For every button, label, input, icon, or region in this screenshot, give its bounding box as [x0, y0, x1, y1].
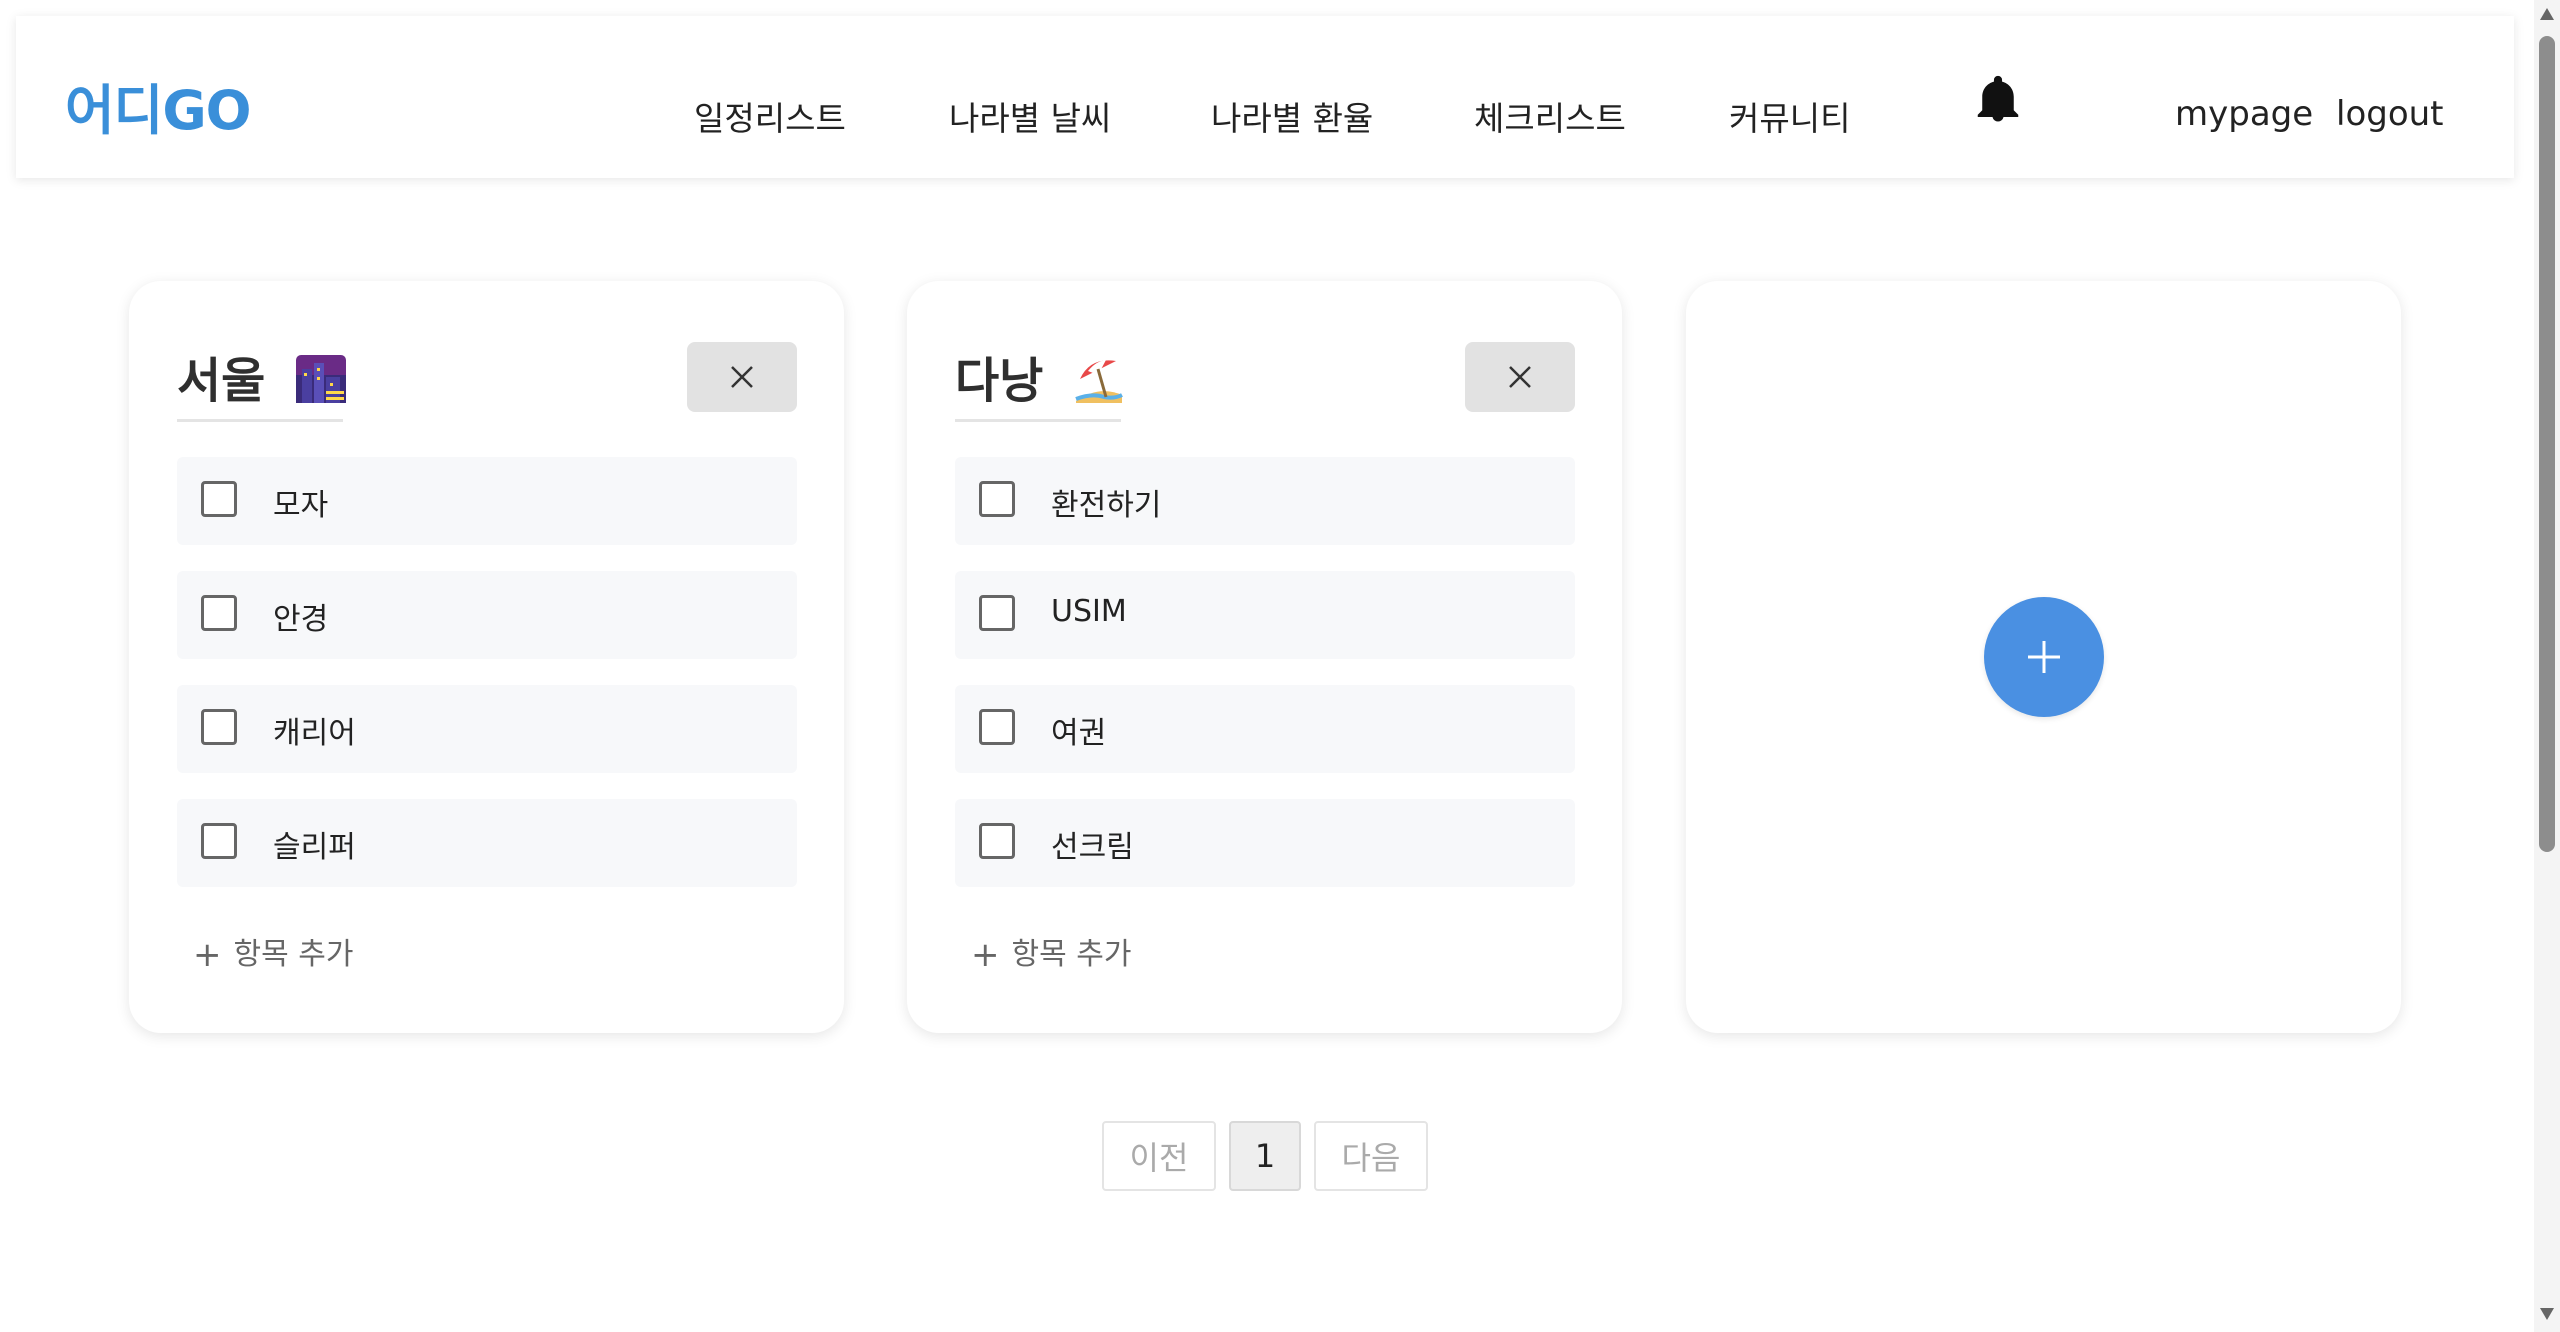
add-checklist-button[interactable]: [1984, 597, 2104, 717]
item-label: 환전하기: [1051, 488, 1162, 523]
plus-icon: +: [193, 935, 222, 975]
item-checkbox[interactable]: [979, 823, 1015, 859]
item-checkbox[interactable]: [201, 709, 237, 745]
checklist-card: 다낭 환전하기 USIM 여권 선크림 + 항목 추가: [907, 281, 1622, 1033]
scroll-thumb[interactable]: [2539, 36, 2555, 852]
vertical-scrollbar[interactable]: [2534, 0, 2560, 1332]
item-label: 여권: [1051, 716, 1107, 751]
page-1-button[interactable]: 1: [1229, 1121, 1301, 1191]
checklist-item: 환전하기: [955, 457, 1575, 545]
item-checkbox[interactable]: [979, 481, 1015, 517]
checklist-title: 서울: [177, 341, 347, 411]
close-icon: [731, 366, 753, 388]
checklist-item: 안경: [177, 571, 797, 659]
item-checkbox[interactable]: [979, 709, 1015, 745]
close-icon: [1509, 366, 1531, 388]
checklist-title-text: 서울: [177, 353, 266, 409]
scroll-down-icon[interactable]: [2540, 1308, 2554, 1320]
checklist-item: 여권: [955, 685, 1575, 773]
checklist-item: 모자: [177, 457, 797, 545]
checklist-item: 슬리퍼: [177, 799, 797, 887]
next-page-button[interactable]: 다음: [1314, 1121, 1428, 1191]
prev-page-button[interactable]: 이전: [1102, 1121, 1216, 1191]
delete-checklist-button[interactable]: [1465, 342, 1575, 412]
nav-weather-by-country[interactable]: 나라별 날씨: [949, 92, 1111, 140]
plus-icon: +: [971, 935, 1000, 975]
plus-icon: [2028, 641, 2060, 673]
checklist-card: 서울 모자 안경 캐리어 슬리퍼 + 항목 추가: [129, 281, 844, 1033]
item-label: 안경: [273, 602, 329, 637]
add-item-label: 항목 추가: [1011, 937, 1132, 972]
item-label: USIM: [1051, 594, 1127, 629]
checklist-item: USIM: [955, 571, 1575, 659]
checklist-item: 캐리어: [177, 685, 797, 773]
add-item-button[interactable]: + 항목 추가: [971, 929, 1131, 975]
nav-exchange-rate[interactable]: 나라별 환율: [1211, 92, 1373, 140]
scroll-up-icon[interactable]: [2540, 8, 2554, 20]
night-city-emoji: [296, 355, 347, 403]
item-checkbox[interactable]: [201, 481, 237, 517]
nav-community[interactable]: 커뮤니티: [1729, 92, 1850, 140]
title-divider: [177, 419, 343, 422]
nav-schedule-list[interactable]: 일정리스트: [694, 92, 846, 140]
item-checkbox[interactable]: [979, 595, 1015, 631]
add-item-label: 항목 추가: [233, 937, 354, 972]
add-checklist-card: [1686, 281, 2401, 1033]
mypage-link[interactable]: mypage: [2175, 94, 2313, 134]
nav-checklist[interactable]: 체크리스트: [1474, 92, 1626, 140]
item-checkbox[interactable]: [201, 823, 237, 859]
item-label: 선크림: [1051, 830, 1134, 865]
item-label: 슬리퍼: [273, 830, 356, 865]
logo[interactable]: 어디GO: [65, 66, 252, 145]
add-item-button[interactable]: + 항목 추가: [193, 929, 353, 975]
logout-link[interactable]: logout: [2336, 94, 2444, 134]
item-label: 모자: [273, 488, 329, 523]
title-divider: [955, 419, 1121, 422]
bell-icon[interactable]: [1971, 72, 2025, 126]
checklist-title: 다낭: [955, 341, 1124, 411]
page: 어디GO 일정리스트 나라별 날씨 나라별 환율 체크리스트 커뮤니티 mypa…: [0, 0, 2560, 1332]
delete-checklist-button[interactable]: [687, 342, 797, 412]
beach-umbrella-emoji: [1074, 355, 1124, 403]
checklist-item: 선크림: [955, 799, 1575, 887]
top-navbar: 어디GO 일정리스트 나라별 날씨 나라별 환율 체크리스트 커뮤니티 mypa…: [16, 16, 2514, 178]
item-label: 캐리어: [273, 716, 356, 751]
checklist-title-text: 다낭: [955, 353, 1044, 409]
item-checkbox[interactable]: [201, 595, 237, 631]
